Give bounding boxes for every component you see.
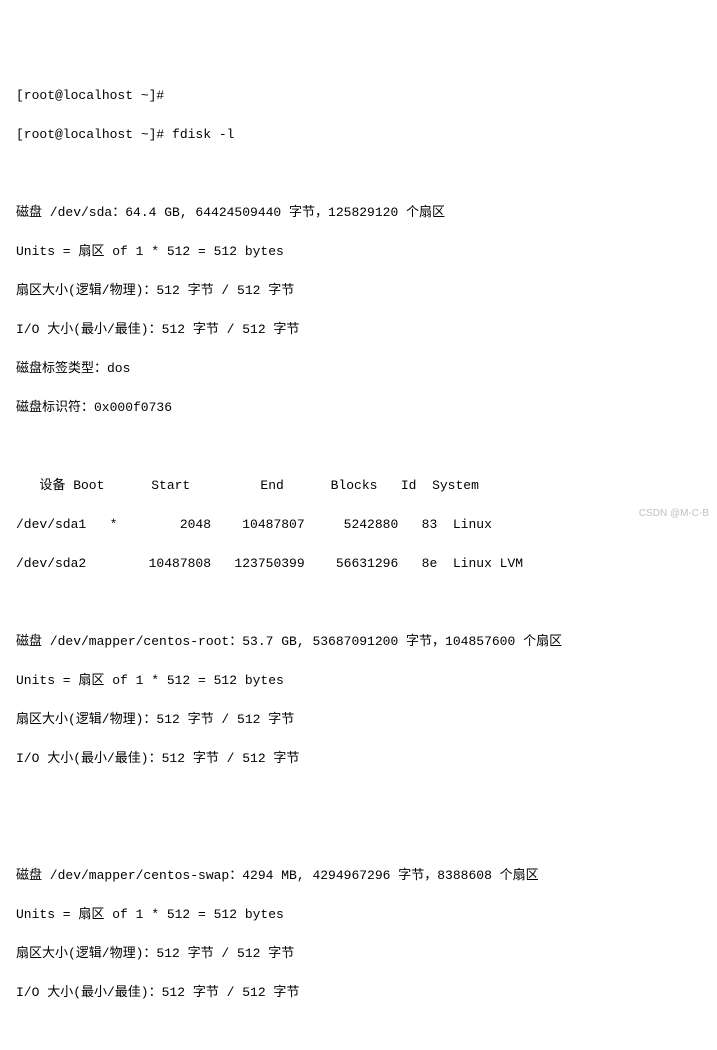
disk-swap-units: Units = 扇区 of 1 * 512 = 512 bytes	[16, 907, 284, 922]
disk-sda-io-size: I/O 大小(最小/最佳)：512 字节 / 512 字节	[16, 322, 299, 337]
disk-swap-sector-size: 扇区大小(逻辑/物理)：512 字节 / 512 字节	[16, 946, 294, 961]
disk-sda-identifier: 磁盘标识符：0x000f0736	[16, 400, 172, 415]
partition-table-header: 设备 Boot Start End Blocks Id System	[16, 478, 479, 493]
watermark-text: CSDN @M-C-B	[639, 506, 709, 521]
disk-root-units: Units = 扇区 of 1 * 512 = 512 bytes	[16, 673, 284, 688]
disk-swap-io-size: I/O 大小(最小/最佳)：512 字节 / 512 字节	[16, 985, 299, 1000]
disk-sda-label-type: 磁盘标签类型：dos	[16, 361, 130, 376]
partition-table-row: /dev/sda2 10487808 123750399 56631296 8e…	[16, 556, 523, 571]
disk-swap-header: 磁盘 /dev/mapper/centos-swap：4294 MB, 4294…	[16, 868, 539, 883]
disk-sda-units: Units = 扇区 of 1 * 512 = 512 bytes	[16, 244, 284, 259]
disk-sda-sector-size: 扇区大小(逻辑/物理)：512 字节 / 512 字节	[16, 283, 294, 298]
prompt-command-line: [root@localhost ~]# fdisk -l	[16, 127, 234, 142]
disk-root-sector-size: 扇区大小(逻辑/物理)：512 字节 / 512 字节	[16, 712, 294, 727]
disk-sda-header: 磁盘 /dev/sda：64.4 GB, 64424509440 字节，1258…	[16, 205, 445, 220]
prompt-line: [root@localhost ~]#	[16, 88, 172, 103]
disk-root-io-size: I/O 大小(最小/最佳)：512 字节 / 512 字节	[16, 751, 299, 766]
disk-root-header: 磁盘 /dev/mapper/centos-root：53.7 GB, 5368…	[16, 634, 562, 649]
